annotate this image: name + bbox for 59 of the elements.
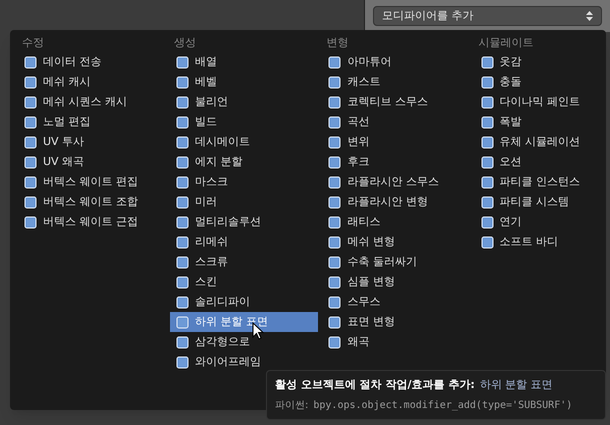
menu-item[interactable]: 멀티리솔루션 <box>170 212 318 232</box>
menu-item[interactable]: 옷감 <box>474 52 598 72</box>
menu-item[interactable]: 폭발 <box>474 112 598 132</box>
menu-item[interactable]: 연기 <box>474 212 598 232</box>
menu-item[interactable]: 리메쉬 <box>170 232 318 252</box>
menu-item[interactable]: 메쉬 캐시 <box>18 72 166 92</box>
menu-item[interactable]: 왜곡 <box>322 332 471 352</box>
menu-item[interactable]: 메쉬 시퀀스 캐시 <box>18 92 166 112</box>
menu-item[interactable]: 표면 변형 <box>322 312 471 332</box>
menu-item[interactable]: 래티스 <box>322 212 471 232</box>
python-label: 파이썬: <box>275 398 308 413</box>
menu-item[interactable]: 오션 <box>474 152 598 172</box>
tooltip-description: 활성 오브젝트에 절차 작업/효과를 추가: <box>275 377 475 394</box>
menu-item[interactable]: 충돌 <box>474 72 598 92</box>
menu-item[interactable]: 수축 둘러싸기 <box>322 252 471 272</box>
menu-item[interactable]: 라플라시안 변형 <box>322 192 471 212</box>
column-heading: 시뮬레이트 <box>478 34 535 51</box>
column-heading: 수정 <box>21 34 45 51</box>
menu-item[interactable]: 삼각형으로 <box>170 332 318 352</box>
menu-item[interactable]: 에지 분할 <box>170 152 318 172</box>
updown-icon <box>586 10 593 22</box>
menu-item[interactable]: 버텍스 웨이트 근접 <box>18 212 166 232</box>
menu-item[interactable]: 빌드 <box>170 112 318 132</box>
menu-item[interactable]: 스킨 <box>170 272 318 292</box>
menu-item[interactable]: 스무스 <box>322 292 471 312</box>
menu-item[interactable]: 심플 변형 <box>322 272 471 292</box>
menu-item[interactable]: 노멀 편집 <box>18 112 166 132</box>
menu-item[interactable]: 유체 시뮬레이션 <box>474 132 598 152</box>
menu-item[interactable]: 변위 <box>322 132 471 152</box>
menu-item[interactable]: 아마튜어 <box>322 52 471 72</box>
menu-item[interactable]: 다이나믹 페인트 <box>474 92 598 112</box>
menu-item[interactable]: 라플라시안 스무스 <box>322 172 471 192</box>
menu-item[interactable]: 소프트 바디 <box>474 232 598 252</box>
menu-item[interactable]: 곡선 <box>322 112 471 132</box>
menu-item[interactable]: 데시메이트 <box>170 132 318 152</box>
menu-item[interactable]: 메쉬 변형 <box>322 232 471 252</box>
menu-item[interactable]: 베벨 <box>170 72 318 92</box>
menu-item[interactable]: 미러 <box>170 192 318 212</box>
column-heading: 생성 <box>173 34 198 51</box>
menu-item[interactable]: UV 왜곡 <box>18 152 166 172</box>
menu-item[interactable]: 데이터 전송 <box>18 52 166 72</box>
menu-item[interactable]: 버텍스 웨이트 조합 <box>18 192 166 212</box>
menu-item[interactable]: 코렉티브 스무스 <box>322 92 471 112</box>
menu-item[interactable]: UV 투사 <box>18 132 166 152</box>
add-modifier-dropdown[interactable]: 모디파이어를 추가 <box>373 6 602 26</box>
menu-item[interactable]: 파티클 인스턴스 <box>474 172 598 192</box>
menu-item[interactable]: 캐스트 <box>322 72 471 92</box>
tooltip-value: 하위 분할 표면 <box>480 377 553 394</box>
menu-item[interactable]: 와이어프레임 <box>170 352 318 372</box>
menu-item[interactable]: 파티클 시스템 <box>474 192 598 212</box>
menu-item[interactable]: 스크류 <box>170 252 318 272</box>
menu-item[interactable]: 배열 <box>170 52 318 72</box>
python-command: bpy.ops.object.modifier_add(type='SUBSURF') <box>313 398 572 413</box>
menu-item[interactable]: 마스크 <box>170 172 318 192</box>
menu-item[interactable]: 후크 <box>322 152 471 172</box>
column-heading: 변형 <box>325 34 350 51</box>
menu-item[interactable]: 솔리디파이 <box>170 292 318 312</box>
menu-item[interactable]: 버텍스 웨이트 편집 <box>18 172 166 192</box>
menu-item[interactable]: 불리언 <box>170 92 318 112</box>
